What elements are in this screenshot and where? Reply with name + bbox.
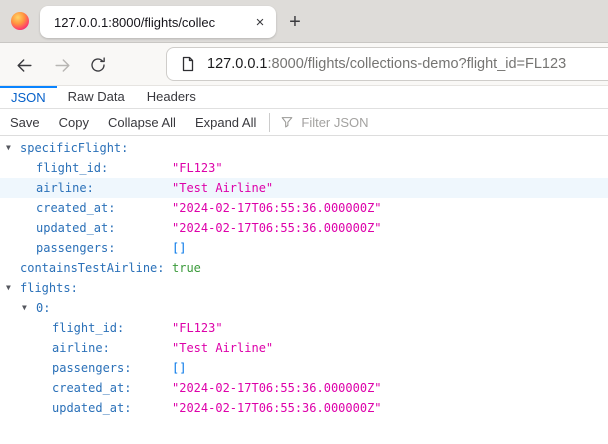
forward-button (50, 53, 74, 77)
json-row: updated_at:"2024-02-17T06:55:36.000000Z" (0, 218, 608, 238)
json-value: "2024-02-17T06:55:36.000000Z" (172, 218, 608, 238)
viewer-toolbar: Save Copy Collapse All Expand All (0, 109, 608, 136)
back-button[interactable] (12, 53, 36, 77)
filter-json-input[interactable] (301, 115, 608, 130)
tab-close-icon[interactable]: × (249, 11, 271, 33)
tab-json[interactable]: JSON (0, 86, 57, 108)
viewer-tabs: JSONRaw DataHeaders (0, 86, 608, 109)
firefox-logo-icon[interactable] (11, 12, 29, 30)
json-value (172, 138, 608, 158)
url-text: 127.0.0.1:8000/flights/collections-demo?… (207, 56, 566, 72)
json-value (172, 278, 608, 298)
json-row: passengers:[] (0, 238, 608, 258)
collapse-all-button[interactable]: Collapse All (108, 115, 176, 130)
filter-funnel-icon (280, 115, 294, 129)
json-key: flight_id: (0, 318, 172, 338)
json-key: passengers: (0, 238, 172, 258)
json-key: passengers: (0, 358, 172, 378)
json-value: "Test Airline" (172, 178, 608, 198)
json-row[interactable]: ▼0: (0, 298, 608, 318)
json-key: updated_at: (0, 218, 172, 238)
json-key: ▼0: (0, 298, 172, 318)
json-value: "2024-02-17T06:55:36.000000Z" (172, 198, 608, 218)
json-key: airline: (0, 338, 172, 358)
json-row: passengers:[] (0, 358, 608, 378)
expander-icon[interactable]: ▼ (22, 298, 27, 318)
tab-headers[interactable]: Headers (136, 86, 207, 108)
browser-nav-bar: 127.0.0.1:8000/flights/collections-demo?… (0, 43, 608, 86)
json-value: [] (172, 238, 608, 258)
tab-title: 127.0.0.1:8000/flights/collec (40, 15, 249, 30)
toolbar-separator (269, 113, 270, 132)
json-key: ▼flights: (0, 278, 172, 298)
json-row: flight_id:"FL123" (0, 158, 608, 178)
url-host: 127.0.0.1 (207, 56, 267, 72)
json-key: created_at: (0, 378, 172, 398)
json-row: created_at:"2024-02-17T06:55:36.000000Z" (0, 198, 608, 218)
json-value: [] (172, 358, 608, 378)
json-value (172, 298, 608, 318)
new-tab-button[interactable]: + (281, 8, 309, 36)
json-key: ▼specificFlight: (0, 138, 172, 158)
json-value: "Test Airline" (172, 338, 608, 358)
page-icon (180, 56, 196, 72)
json-row: airline:"Test Airline" (0, 338, 608, 358)
json-value: "2024-02-17T06:55:36.000000Z" (172, 378, 608, 398)
toolbar-buttons: Save Copy Collapse All Expand All (10, 115, 275, 130)
json-row[interactable]: ▼specificFlight: (0, 138, 608, 158)
json-row: created_at:"2024-02-17T06:55:36.000000Z" (0, 378, 608, 398)
browser-tab-bar: 127.0.0.1:8000/flights/collec × + (0, 0, 608, 43)
json-key: airline: (0, 178, 172, 198)
json-key: created_at: (0, 198, 172, 218)
save-button[interactable]: Save (10, 115, 40, 130)
browser-tab[interactable]: 127.0.0.1:8000/flights/collec × (40, 6, 276, 38)
expander-icon[interactable]: ▼ (6, 138, 11, 158)
json-key: flight_id: (0, 158, 172, 178)
url-path: :8000/flights/collections-demo?flight_id… (267, 56, 566, 72)
url-bar[interactable]: 127.0.0.1:8000/flights/collections-demo?… (166, 47, 608, 81)
filter-wrap (280, 115, 608, 130)
json-key: updated_at: (0, 398, 172, 418)
json-row: flight_id:"FL123" (0, 318, 608, 338)
expand-all-button[interactable]: Expand All (195, 115, 256, 130)
json-row: updated_at:"2024-02-17T06:55:36.000000Z" (0, 398, 608, 418)
json-value: true (172, 258, 608, 278)
reload-button[interactable] (86, 53, 110, 77)
tab-raw-data[interactable]: Raw Data (57, 86, 136, 108)
json-value: "FL123" (172, 158, 608, 178)
json-value: "2024-02-17T06:55:36.000000Z" (172, 398, 608, 418)
json-tree: ▼specificFlight:flight_id:"FL123"airline… (0, 136, 608, 418)
json-row: containsTestAirline:true (0, 258, 608, 278)
json-key: containsTestAirline: (0, 258, 172, 278)
json-value: "FL123" (172, 318, 608, 338)
json-row[interactable]: ▼flights: (0, 278, 608, 298)
json-row: airline:"Test Airline" (0, 178, 608, 198)
copy-button[interactable]: Copy (59, 115, 89, 130)
expander-icon[interactable]: ▼ (6, 278, 11, 298)
